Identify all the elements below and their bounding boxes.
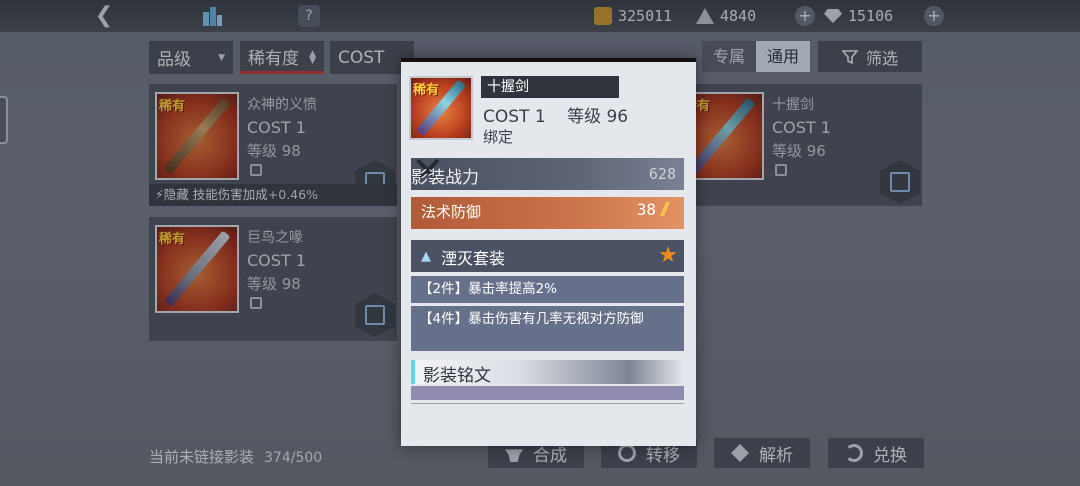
tab-exclusive[interactable]: 专属 [702,41,756,72]
gold-coin-icon [594,7,612,25]
energy-amount: 4840 [720,7,757,25]
exchange-button[interactable]: 兑换 [828,438,924,468]
item-level: 等级 98 [247,275,301,293]
analyze-button[interactable]: 解析 [714,438,810,468]
diamond-currency: 15106 [824,4,893,28]
hidden-skill-label: ⚡隐藏 [155,187,189,202]
sort-grade-button[interactable]: 品级 ▼ [149,41,233,74]
diamond-amount: 15106 [848,7,894,25]
set-bonus-4: 【4件】暴击伤害有几率无视对方防御 [411,306,684,351]
analyze-icon [731,444,749,462]
level-value: 96 [606,107,629,127]
rare-badge: 稀有 [159,99,186,114]
swap-button[interactable] [880,160,920,204]
back-icon[interactable]: ❮ [92,4,116,28]
combat-power-bar: ✕ 影装战力 628 [411,152,684,192]
hidden-skill-percent: +0.46% [267,187,318,202]
cost-label: COST [483,107,530,127]
energy-currency: 4840 [696,4,756,28]
gold-currency: 325011 [594,4,672,28]
city-icon[interactable] [200,4,224,28]
filter-label: 筛选 [865,48,898,68]
item-card-2[interactable]: 稀有 巨鸟之喙 COST 1 等级 98 [149,217,397,341]
sort-rarity-label: 稀有度 [248,48,299,69]
set-emblem-icon: ▲ [421,249,431,264]
diamond-icon [824,9,842,23]
stat-row: 法术防御 38 [411,197,684,229]
item-name: 十握剑 [772,97,814,113]
star-icon: ★ [658,243,678,268]
divider [411,403,684,404]
sort-updown-icon: ▲ ▼ [309,49,316,66]
item-level: 等级 98 [247,142,301,160]
item-thumbnail: 稀有 [155,92,239,180]
lock-icon[interactable] [775,164,787,176]
unlinked-status: 当前未链接影装 374/500 [149,446,322,467]
item-card-3[interactable]: 稀有 十握剑 COST 1 等级 96 [674,84,922,206]
bind-status: 绑定 [483,128,514,146]
item-level: 等级 96 [772,142,826,160]
unlinked-count: 374/500 [264,450,323,466]
inscription-accent [411,360,415,384]
exchange-label: 兑换 [873,445,907,466]
add-energy-button[interactable]: + [795,6,815,26]
set-name: 湮灭套装 [441,249,506,268]
item-cost: COST 1 [772,118,831,137]
item-name: 众神的义愤 [247,97,317,113]
inscription-slot[interactable] [411,386,684,400]
inscription-label: 影装铭文 [423,366,491,386]
stat-value: 38 [636,200,656,219]
top-bar: ❮ ? 325011 4840 + 15106 + [0,0,1080,32]
unlinked-label: 当前未链接影装 [149,448,255,466]
stat-quality-icon [660,202,670,216]
chevron-down-icon: ▼ [218,53,225,63]
popup-cost-level: COST 1 等级 96 [483,102,628,127]
transfer-icon [618,444,636,462]
rare-badge: 稀有 [413,83,440,98]
exchange-icon [845,444,863,462]
funnel-icon [841,49,858,64]
lock-icon[interactable] [250,297,262,309]
item-detail-popup: 稀有 十握剑 COST 1 等级 96 绑定 ✕ 影装战力 628 法术防御 3… [401,58,696,446]
item-name: 巨鸟之喙 [247,230,303,246]
popup-item-name: 十握剑 [481,76,619,98]
hidden-skill-row: ⚡隐藏 技能伤害加成+0.46% [149,184,397,206]
rare-badge: 稀有 [159,232,186,247]
item-thumbnail: 稀有 [155,225,239,313]
energy-triangle-icon [696,8,714,24]
set-bonus-2: 【2件】暴击率提高2% [411,276,684,303]
anvil-icon [505,449,523,462]
side-drawer-handle[interactable] [0,96,8,144]
swap-icon [890,172,910,192]
inscription-header: 影装铭文 [411,360,684,386]
sort-cost-label: COST [338,47,385,68]
combat-power-value: 628 [648,165,676,183]
popup-item-thumbnail: 稀有 [409,76,473,140]
item-cost: COST 1 [247,251,306,270]
add-diamond-button[interactable]: + [924,6,944,26]
level-label: 等级 [567,107,602,127]
help-icon[interactable]: ? [298,5,320,27]
filter-button[interactable]: 筛选 [818,41,922,72]
swap-button[interactable] [355,293,395,337]
item-card-1[interactable]: 稀有 众神的义愤 COST 1 等级 98 ⚡隐藏 技能伤害加成+0.46% [149,84,397,206]
sort-rarity-button[interactable]: 稀有度 ▲ ▼ [240,41,324,74]
item-cost: COST 1 [247,118,306,137]
combat-power-label: 影装战力 [411,168,479,188]
analyze-label: 解析 [759,445,793,466]
swap-icon [365,305,385,325]
set-header: ▲ 湮灭套装 ★ [411,240,684,272]
gold-amount: 325011 [618,7,673,25]
cost-value: 1 [534,107,546,127]
lock-icon[interactable] [250,164,262,176]
exclusive-common-toggle: 专属 通用 [702,41,810,72]
tab-common[interactable]: 通用 [756,41,810,72]
stat-name: 法术防御 [421,203,482,221]
sort-grade-label: 品级 [157,50,191,70]
hidden-skill-text: 技能伤害加成 [188,187,268,202]
